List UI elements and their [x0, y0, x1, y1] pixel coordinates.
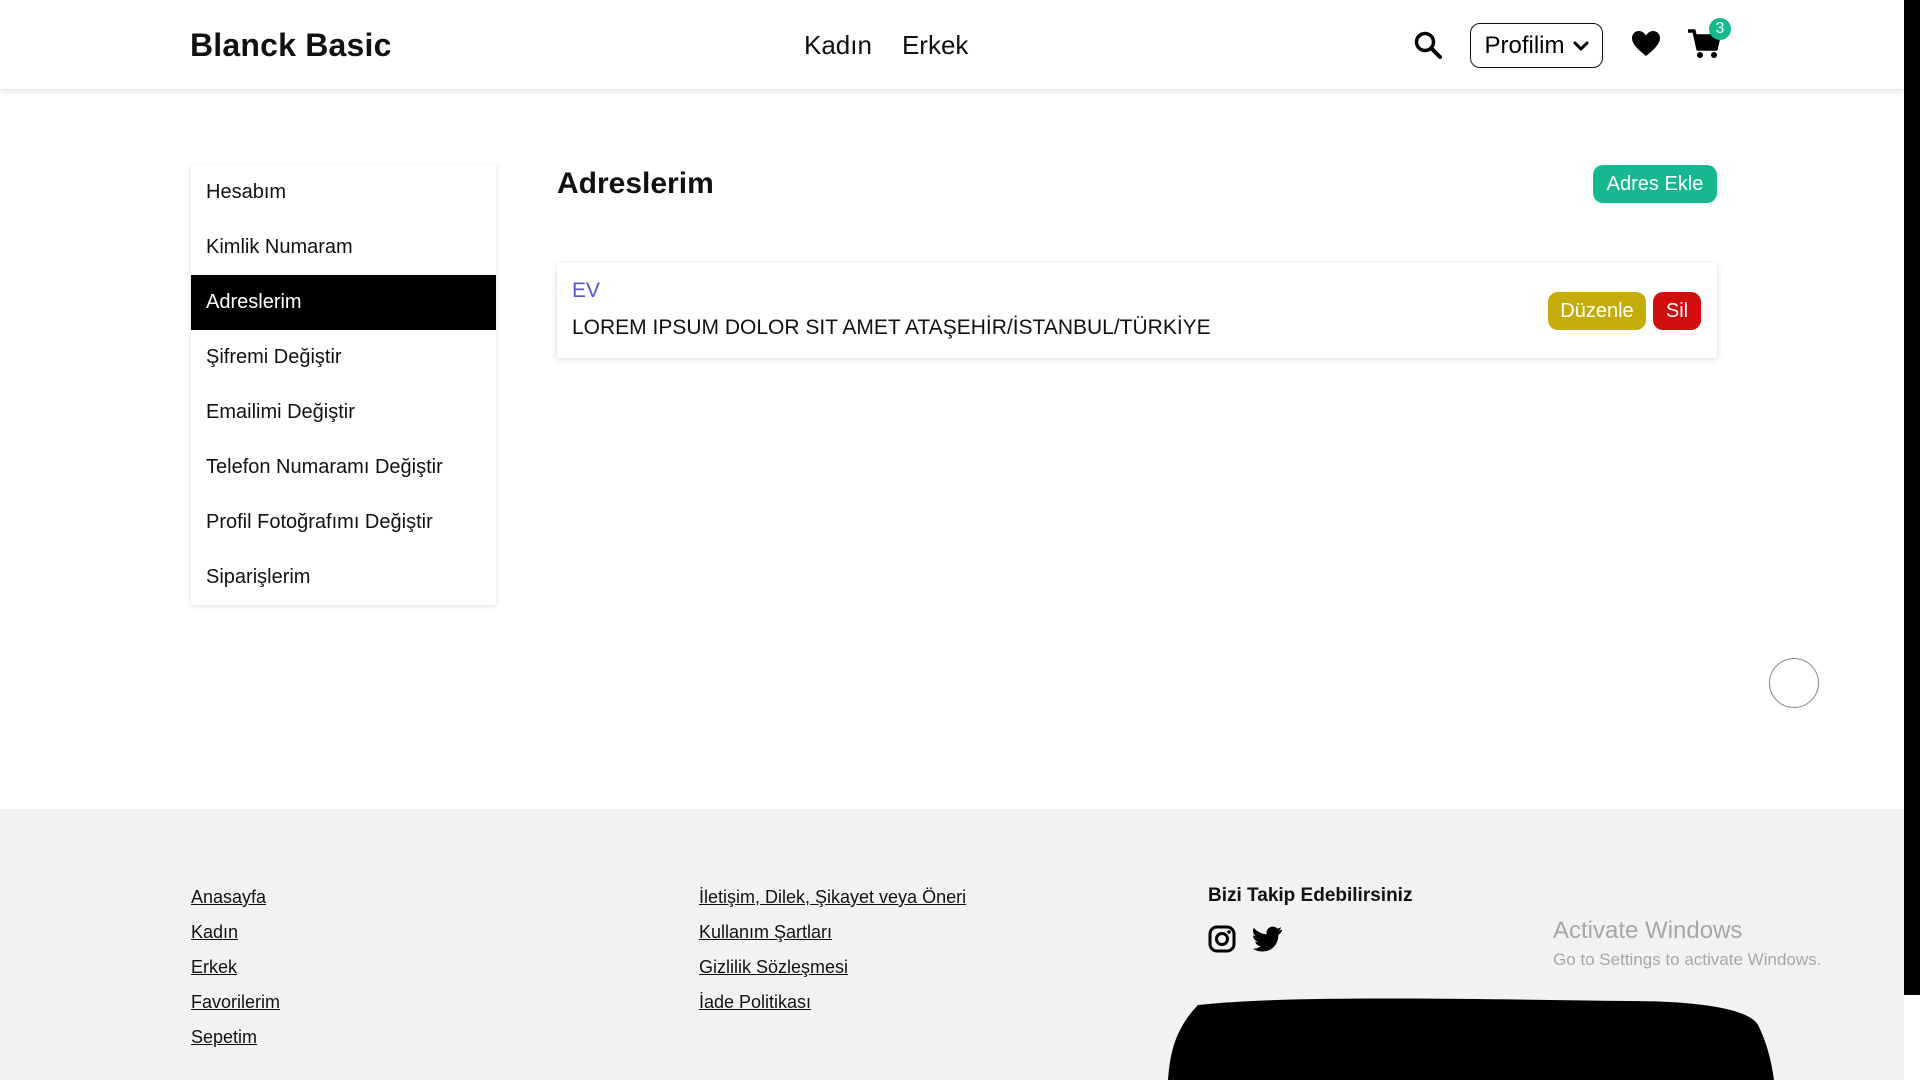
- delete-address-button[interactable]: Sil: [1653, 292, 1701, 330]
- footer-link-iade-politikasi[interactable]: İade Politikası: [699, 990, 966, 1014]
- window-edge: [1904, 0, 1920, 995]
- footer-link-kullanim-sartlari[interactable]: Kullanım Şartları: [699, 920, 966, 944]
- sidebar-item-profil-fotografimi-degistir[interactable]: Profil Fotoğrafımı Değiştir: [191, 495, 496, 550]
- footer-link-sepetim[interactable]: Sepetim: [191, 1025, 280, 1049]
- sidebar-item-adreslerim[interactable]: Adreslerim: [191, 275, 496, 330]
- twitter-icon[interactable]: [1253, 926, 1283, 952]
- sidebar-item-kimlik-numaram[interactable]: Kimlik Numaram: [191, 220, 496, 275]
- address-text: LOREM IPSUM DOLOR SIT AMET ATAŞEHİR/İSTA…: [572, 316, 1211, 339]
- follow-us-title: Bizi Takip Edebilirsiniz: [1208, 885, 1413, 906]
- footer-link-anasayfa[interactable]: Anasayfa: [191, 885, 280, 909]
- scroll-to-top-button[interactable]: [1769, 658, 1819, 708]
- edit-address-button[interactable]: Düzenle: [1548, 292, 1646, 330]
- add-address-button[interactable]: Adres Ekle: [1593, 165, 1717, 203]
- footer-link-gizlilik-sozlesmesi[interactable]: Gizlilik Sözleşmesi: [699, 955, 966, 979]
- footer-link-kadin[interactable]: Kadın: [191, 920, 280, 944]
- sidebar-item-telefon-numarami-degistir[interactable]: Telefon Numaramı Değiştir: [191, 440, 496, 495]
- main-nav: Kadın Erkek: [804, 30, 968, 61]
- instagram-icon[interactable]: [1208, 925, 1236, 953]
- chevron-down-icon: [1573, 41, 1588, 50]
- profile-dropdown-button[interactable]: Profilim: [1470, 23, 1603, 68]
- brand-logo[interactable]: Blanck Basic: [190, 27, 392, 64]
- page-title: Adreslerim: [557, 167, 714, 200]
- activate-windows-title: Activate Windows: [1553, 917, 1743, 944]
- sidebar-item-siparislerim[interactable]: Siparişlerim: [191, 550, 496, 605]
- cart-count-badge: 3: [1709, 18, 1731, 40]
- address-card: EV LOREM IPSUM DOLOR SIT AMET ATAŞEHİR/İ…: [557, 263, 1717, 358]
- footer-links-info: İletişim, Dilek, Şikayet veya Öneri Kull…: [699, 885, 966, 1014]
- footer-link-favorilerim[interactable]: Favorilerim: [191, 990, 280, 1014]
- search-icon[interactable]: [1413, 30, 1443, 60]
- address-label: EV: [572, 279, 601, 302]
- activate-windows-subtitle: Go to Settings to activate Windows.: [1553, 950, 1822, 969]
- account-sidebar: Hesabım Kimlik Numaram Adreslerim Şifrem…: [191, 165, 496, 605]
- footer-link-erkek[interactable]: Erkek: [191, 955, 280, 979]
- nav-link-kadin[interactable]: Kadın: [804, 30, 872, 61]
- heart-icon[interactable]: [1631, 30, 1661, 58]
- redaction-scribble: [1168, 998, 1774, 1080]
- profile-label: Profilim: [1484, 31, 1565, 59]
- nav-link-erkek[interactable]: Erkek: [902, 30, 968, 61]
- footer-links-main: Anasayfa Kadın Erkek Favorilerim Sepetim: [191, 885, 280, 1049]
- sidebar-item-emailimi-degistir[interactable]: Emailimi Değiştir: [191, 385, 496, 440]
- top-navbar: Blanck Basic Kadın Erkek Profilim 3: [0, 0, 1904, 89]
- sidebar-item-hesabim[interactable]: Hesabım: [191, 165, 496, 220]
- sidebar-item-sifremi-degistir[interactable]: Şifremi Değiştir: [191, 330, 496, 385]
- footer-link-iletisim[interactable]: İletişim, Dilek, Şikayet veya Öneri: [699, 885, 966, 909]
